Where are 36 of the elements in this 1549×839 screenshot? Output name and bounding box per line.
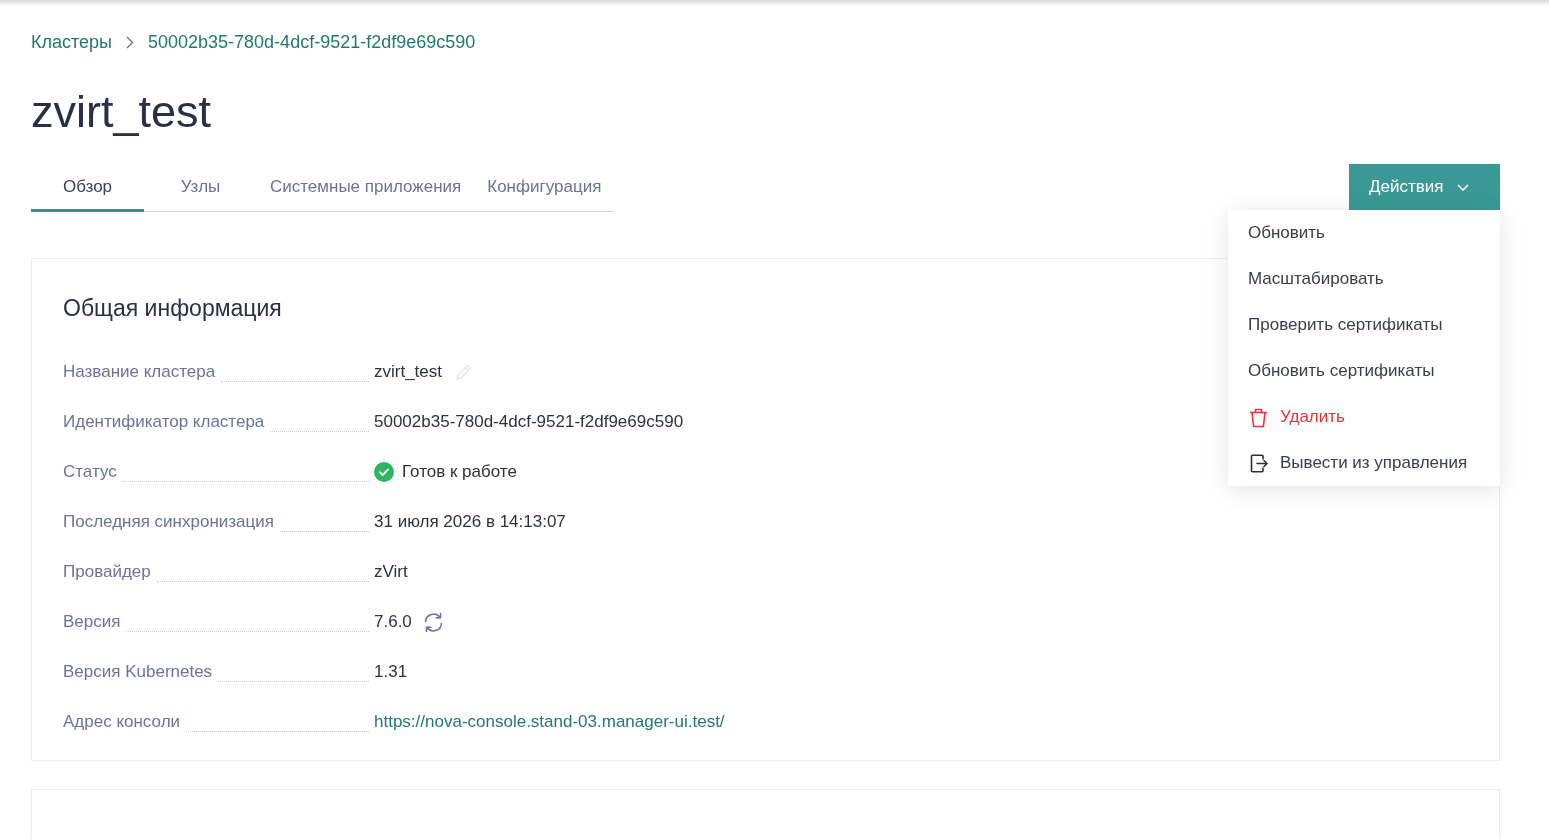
field-value: 50002b35-780d-4dcf-9521-f2df9e69c590 — [374, 411, 684, 433]
field-value: zVirt — [374, 561, 408, 583]
field-label: Адрес консоли — [63, 711, 181, 733]
breadcrumb-link[interactable]: Кластеры — [31, 30, 112, 54]
menu-item[interactable]: Вывести из управления — [1228, 440, 1500, 486]
field-value: zvirt_test — [374, 361, 443, 383]
field-label: Название кластера — [63, 361, 216, 383]
menu-item[interactable]: Масштабировать — [1228, 256, 1500, 302]
console-link[interactable]: https://nova-console.stand-03.manager-ui.test/ — [374, 710, 725, 734]
field-label: Версия Kubernetes — [63, 661, 213, 683]
page-title: zvirt_test — [31, 86, 212, 138]
tab[interactable]: Узлы — [144, 164, 257, 212]
tab[interactable]: Обзор — [31, 164, 144, 212]
field-value: 31 июля 2026 в 14:13:07 — [374, 511, 566, 533]
trash-icon — [1248, 406, 1269, 428]
exit-icon — [1248, 452, 1269, 474]
check-circle-icon — [374, 462, 394, 482]
chevron-right-icon — [126, 35, 134, 49]
menu-item[interactable]: Проверить сертификаты — [1228, 302, 1500, 348]
tab[interactable]: Конфигурация — [474, 164, 615, 212]
field-label: Версия — [63, 611, 121, 633]
field-label: Провайдер — [63, 561, 151, 583]
menu-item[interactable]: Обновить сертификаты — [1228, 348, 1500, 394]
field-value: Готов к работе — [402, 461, 517, 483]
menu-item[interactable]: Удалить — [1228, 394, 1500, 440]
field-label: Идентификатор кластера — [63, 411, 265, 433]
actions-button[interactable]: Действия — [1349, 164, 1500, 210]
tab[interactable]: Системные приложения — [257, 164, 475, 212]
chevron-down-icon — [1457, 183, 1470, 191]
field-label: Последняя синхронизация — [63, 511, 274, 533]
field-value: 1.31 — [374, 661, 408, 683]
field-value: 7.6.0 — [374, 611, 412, 633]
menu-item[interactable]: Обновить — [1228, 210, 1500, 256]
card-title: Общая информация — [63, 294, 282, 323]
field-label: Статус — [63, 461, 117, 483]
breadcrumb-link[interactable]: 50002b35-780d-4dcf-9521-f2df9e69c590 — [148, 30, 476, 54]
